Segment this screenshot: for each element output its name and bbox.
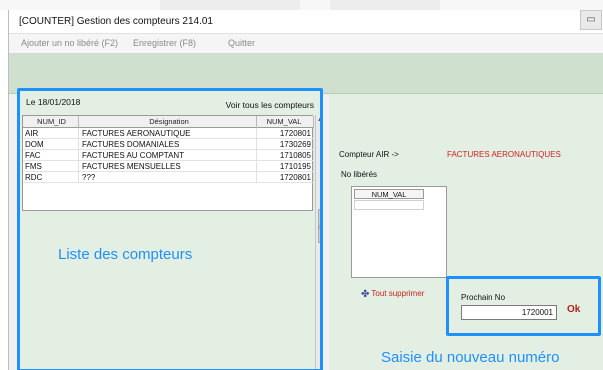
scrollbar-grip-icon: ≡ [318,225,322,231]
table-row[interactable]: AIR FACTURES AERONAUTIQUE 1720801 [23,128,314,139]
column-header-num-val[interactable]: NUM_VAL [257,116,314,128]
table-row[interactable]: FAC FACTURES AU COMPTANT 1710805 [23,150,314,161]
next-number-label: Prochain No [461,293,506,302]
menu-bar: Ajouter un no libéré (F2) Enregistrer (F… [9,34,603,54]
cell-designation: FACTURES MENSUELLES [79,161,257,172]
new-number-caption: Saisie du nouveau numéro [381,349,560,366]
window-control-button[interactable]: ▭ [580,10,602,30]
next-number-box: Prochain No 1720001 Ok [446,276,601,336]
menu-save[interactable]: Enregistrer (F8) [133,38,196,48]
menu-quit[interactable]: Quitter [228,38,255,48]
delete-all-icon: ✤ [361,289,370,300]
delete-all-label: Tout supprimer [371,289,425,298]
table-row[interactable]: FMS FACTURES MENSUELLES 1710195 [23,161,314,172]
column-header-num-id[interactable]: NUM_ID [23,116,79,128]
background-window-fragment [160,0,300,10]
cell-designation: FACTURES AU COMPTANT [79,150,257,161]
ok-button[interactable]: Ok [567,304,580,315]
counter-list-caption: Liste des compteurs [58,246,193,263]
table-header: NUM_ID Désignation NUM_VAL [23,116,314,128]
freed-numbers-list[interactable]: NUM_VAL [351,186,447,278]
title-bar: [COUNTER] Gestion des compteurs 214.01 ▭ [9,10,603,34]
cell-num-val: 1710195 [257,161,314,172]
counter-table: NUM_ID Désignation NUM_VAL AIR FACTURES … [22,115,314,211]
menu-add-freed-number[interactable]: Ajouter un no libéré (F2) [21,38,118,48]
scroll-up-arrow-icon[interactable]: ▲ [317,117,320,123]
cell-num-val: 1730269 [257,139,314,150]
freed-number-row[interactable] [354,200,424,210]
current-date: Le 18/01/2018 [26,97,81,107]
cell-designation: ??? [79,172,257,183]
table-scrollbar[interactable]: ▲ ≡ [315,115,322,369]
table-row[interactable]: RDC ??? 1720801 [23,172,314,183]
cell-num-id: DOM [23,139,79,150]
cell-designation: FACTURES AERONAUTIQUE [79,128,257,139]
screen: [COUNTER] Gestion des compteurs 214.01 ▭… [0,0,603,370]
table-row[interactable]: DOM FACTURES DOMANIALES 1730269 [23,139,314,150]
counter-detail-panel: Compteur AIR -> FACTURES AERONAUTIQUES N… [329,94,603,370]
cell-num-id: FAC [23,150,79,161]
cell-num-val: 1710805 [257,150,314,161]
counter-list-panel: Le 18/01/2018 Voir tous les compteurs NU… [17,88,323,370]
freed-numbers-label: No libérés [341,170,378,179]
cell-num-id: AIR [23,128,79,139]
column-header-designation[interactable]: Désignation [79,116,257,128]
counter-window: [COUNTER] Gestion des compteurs 214.01 ▭… [8,10,603,370]
view-all-counters-link[interactable]: Voir tous les compteurs [226,100,314,110]
delete-all-button[interactable]: ✤ Tout supprimer [361,289,424,300]
cell-num-val: 1720801 [257,128,314,139]
top-strip [0,0,603,10]
cell-num-val: 1720801 [257,172,314,183]
window-title: [COUNTER] Gestion des compteurs 214.01 [19,16,213,27]
selected-counter-label: Compteur AIR -> [339,150,399,159]
cell-num-id: FMS [23,161,79,172]
freed-numbers-column-header: NUM_VAL [354,189,424,199]
selected-counter-name: FACTURES AERONAUTIQUES [447,150,561,159]
cell-designation: FACTURES DOMANIALES [79,139,257,150]
cell-num-id: RDC [23,172,79,183]
background-window-fragment [330,0,440,10]
next-number-input[interactable]: 1720001 [461,305,557,320]
